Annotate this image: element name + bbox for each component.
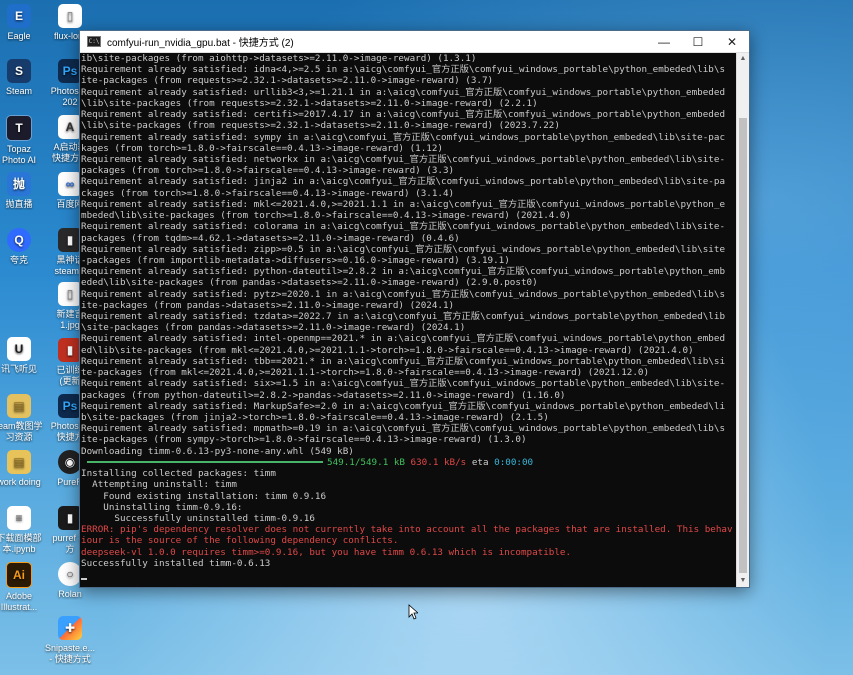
console-line: b\site-packages (from jinja2->torch>=1.8…	[81, 412, 549, 423]
scroll-down-arrow-icon[interactable]: ▼	[737, 575, 749, 587]
folder-icon: ▤	[7, 450, 31, 474]
install-log: Installing collected packages: timm Atte…	[81, 468, 737, 524]
console-app-icon[interactable]: C:\	[87, 36, 101, 47]
console-line: Downloading timm-0.6.13-py3-none-any.whl…	[81, 445, 354, 457]
desktop-icon-label: Adobe Illustrat...	[0, 591, 38, 612]
console-line: Uninstalling timm-0.9.16:	[81, 501, 243, 513]
console-line: ERROR: pip's dependency resolver does no…	[81, 524, 733, 536]
illustrator-icon: Ai	[6, 562, 32, 588]
desktop-icon-label: Topaz Photo AI	[1, 144, 37, 165]
console-line: Attempting uninstall: timm	[81, 479, 237, 491]
console-line: \lib\site-packages (from requests>=2.32.…	[81, 97, 538, 109]
snipaste-icon: ✚	[58, 616, 82, 640]
console-line: \lib\site-packages (from requests>=2.32.…	[81, 120, 560, 132]
console-line: Successfully uninstalled timm-0.9.16	[81, 512, 315, 524]
console-output[interactable]: ib\site-packages (from aiohttp->datasets…	[80, 53, 737, 587]
document-icon: ≡	[7, 506, 31, 530]
window-titlebar[interactable]: C:\ comfyui-run_nvidia_gpu.bat - 快捷方式 (2…	[80, 31, 749, 53]
desktop-icon-label: Rolan	[58, 589, 82, 599]
console-line: Requirement already satisfied: pytz>=202…	[81, 288, 726, 300]
console-line: te-packages (from mkl<=2021.4.0,>=2021.1…	[81, 367, 650, 379]
console-log: ib\site-packages (from aiohttp->datasets…	[81, 53, 737, 457]
download-progress-bar	[87, 461, 323, 464]
error-log: ERROR: pip's dependency resolver does no…	[81, 524, 737, 558]
console-line: ckages (from torch>=1.8.0->fairscale==0.…	[81, 187, 455, 199]
console-line: Requirement already satisfied: urllib3<3…	[81, 86, 726, 98]
console-line: -packages (from importlib-metadata->diff…	[81, 254, 510, 266]
console-line: Requirement already satisfied: six>=1.5 …	[81, 378, 726, 390]
console-window[interactable]: C:\ comfyui-run_nvidia_gpu.bat - 快捷方式 (2…	[79, 30, 750, 588]
progress-eta: 0:00:00	[494, 456, 534, 468]
console-line: Requirement already satisfied: intel-ope…	[81, 333, 726, 345]
console-line: packages (from python-dateutil>=2.8.2->p…	[81, 389, 566, 401]
console-line: Requirement already satisfied: python-da…	[81, 266, 726, 278]
console-line: Requirement already satisfied: sympy in …	[81, 131, 726, 143]
console-line: ite-packages (from pandas->datasets>=2.1…	[81, 299, 455, 311]
file-icon: ▯	[58, 4, 82, 28]
console-line: Requirement already satisfied: mkl<=2021…	[81, 198, 726, 210]
progress-size: 549.1/549.1 kB	[327, 456, 405, 468]
console-line: ite-packages (from requests>=2.32.1->dat…	[81, 75, 494, 87]
console-line: deepseek-vl 1.0.0 requires timm>=0.9.16,…	[81, 546, 572, 558]
console-line: packages (from torch>=1.8.0->fairscale==…	[81, 165, 455, 177]
console-line: Requirement already satisfied: zipp>=0.5…	[81, 243, 726, 255]
console-line: kages (from torch>=1.8.0->fairscale==0.4…	[81, 142, 443, 154]
mouse-pointer-icon	[408, 604, 418, 620]
progress-rate: 630.1 kB/s	[410, 456, 467, 468]
xunfei-icon: U	[7, 337, 31, 361]
desktop-icon-label: 下载面模部本.ipynb	[0, 533, 42, 554]
download-progress-line: 549.1/549.1 kB 630.1 kB/s eta 0:00:00	[81, 457, 737, 468]
console-line: ite-packages (from sympy->torch>=1.8.0->…	[81, 434, 527, 446]
console-line: Found existing installation: timm 0.9.16	[81, 490, 327, 502]
minimize-button[interactable]: —	[647, 31, 681, 52]
live-stream-icon: 抛	[7, 172, 31, 196]
topaz-icon: T	[6, 115, 32, 141]
console-line: ed\lib\site-packages (from mkl<=2021.4.0…	[81, 344, 694, 356]
text-cursor	[81, 578, 87, 581]
console-line: iour is the source of the following depe…	[81, 535, 399, 547]
console-line: ib\site-packages (from aiohttp->datasets…	[81, 53, 477, 64]
console-line: \site-packages (from pandas->datasets>=2…	[81, 322, 466, 334]
console-line: Requirement already satisfied: networkx …	[81, 153, 726, 165]
console-line: Requirement already satisfied: colorama …	[81, 221, 726, 233]
console-line: Requirement already satisfied: tzdata>=2…	[81, 311, 726, 323]
desktop-icon-label: Snipaste.e... - 快捷方式	[44, 643, 96, 664]
console-line: Requirement already satisfied: tbb==2021…	[81, 355, 726, 367]
folder-icon: ▤	[7, 394, 31, 418]
console-line: eded\lib\site-packages (from pandas->dat…	[81, 277, 538, 289]
maximize-button[interactable]: ☐	[681, 31, 715, 52]
console-line: Requirement already satisfied: mpmath>=0…	[81, 423, 726, 435]
desktop-icon-snipaste[interactable]: ✚ Snipaste.e... - 快捷方式	[38, 616, 102, 665]
scroll-thumb[interactable]	[739, 118, 747, 573]
eagle-icon: E	[7, 4, 31, 28]
success-line: Successfully installed timm-0.6.13	[81, 557, 271, 569]
vertical-scrollbar[interactable]: ▲ ▼	[736, 53, 749, 587]
progress-eta-label: eta	[471, 456, 489, 468]
console-line: packages (from tqdm>=4.62.1->datasets>=2…	[81, 232, 460, 244]
prompt-line[interactable]	[81, 569, 737, 581]
scroll-up-arrow-icon[interactable]: ▲	[737, 53, 749, 65]
console-line: mbeded\lib\site-packages (from torch>=1.…	[81, 210, 572, 222]
close-button[interactable]: ✕	[715, 31, 749, 52]
console-line: Installing collected packages: timm	[81, 468, 276, 480]
console-line: Requirement already satisfied: idna<4,>=…	[81, 64, 726, 76]
console-line: Requirement already satisfied: jinja2 in…	[81, 176, 726, 188]
console-line: Requirement already satisfied: certifi>=…	[81, 109, 726, 121]
window-title: comfyui-run_nvidia_gpu.bat - 快捷方式 (2)	[107, 38, 294, 49]
steam-icon: S	[7, 59, 31, 83]
kuake-icon: Q	[7, 228, 31, 252]
console-line: Requirement already satisfied: MarkupSaf…	[81, 400, 726, 412]
